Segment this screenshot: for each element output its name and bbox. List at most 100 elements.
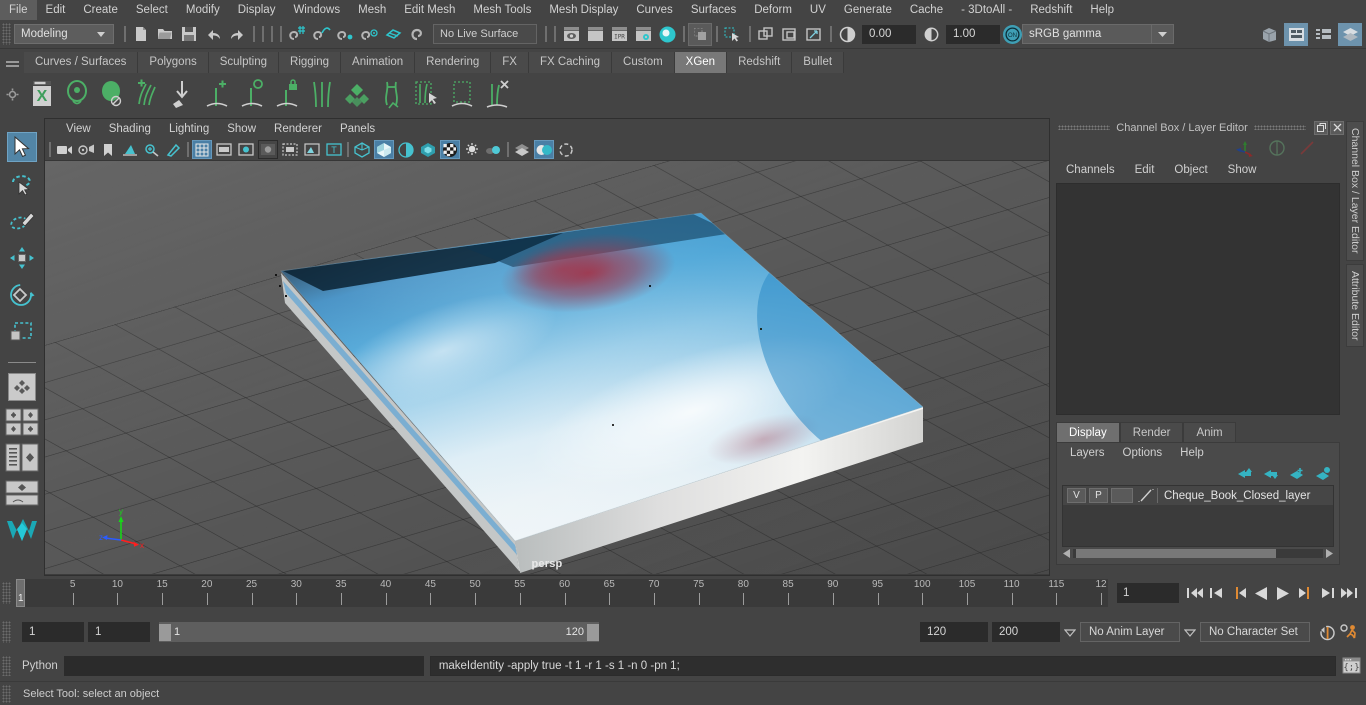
delete-guides-icon[interactable] (479, 75, 514, 113)
exposure-field[interactable]: 0.00 (862, 24, 916, 44)
select-template-icon[interactable] (778, 23, 802, 46)
layer-visibility-toggle[interactable]: V (1067, 488, 1086, 503)
layer-list-scrollbar[interactable] (1062, 547, 1334, 560)
layer-playback-toggle[interactable]: P (1089, 488, 1108, 503)
shaded-wireframe-icon[interactable] (396, 140, 416, 159)
select-tool[interactable] (7, 132, 37, 162)
shelf-tab-fx[interactable]: FX (491, 52, 529, 73)
resolution-gate-icon[interactable] (236, 140, 256, 159)
select-hierarchy-icon[interactable] (754, 23, 778, 46)
film-gate-icon[interactable] (214, 140, 234, 159)
depth-of-field-icon[interactable] (556, 140, 576, 159)
go-to-end-icon[interactable] (1338, 582, 1360, 604)
anim-layer-select[interactable]: No Anim Layer (1080, 622, 1180, 642)
step-forward-keyframe-icon[interactable] (1316, 582, 1338, 604)
add-length-icon[interactable] (199, 75, 234, 113)
menu-windows[interactable]: Windows (284, 0, 349, 20)
field-chart-icon[interactable] (280, 140, 300, 159)
wireframe-icon[interactable] (352, 140, 372, 159)
image-plane-icon[interactable] (120, 140, 140, 159)
chevron-down-icon[interactable] (1152, 24, 1174, 44)
chevron-down-icon[interactable] (1060, 622, 1080, 642)
save-scene-icon[interactable] (177, 23, 201, 46)
camera-attributes-icon[interactable] (76, 140, 96, 159)
channel-box-menu-object[interactable]: Object (1164, 164, 1217, 176)
menu-display[interactable]: Display (229, 0, 285, 20)
new-layer-icon[interactable] (1289, 467, 1305, 480)
add-guides-icon[interactable] (129, 75, 164, 113)
grease-pencil-icon[interactable] (164, 140, 184, 159)
live-surface-field[interactable]: No Live Surface (433, 24, 537, 44)
layer-list[interactable]: V P Cheque_Book_Closed_layer (1062, 485, 1334, 547)
menu-uv[interactable]: UV (801, 0, 835, 20)
channel-box-menu-edit[interactable]: Edit (1125, 164, 1165, 176)
snap-to-projected-center-icon[interactable] (357, 23, 381, 46)
create-description-icon[interactable] (59, 75, 94, 113)
axis-gizmo-icon[interactable] (1234, 139, 1256, 157)
animation-start-time-field[interactable]: 1 (22, 622, 84, 642)
undo-icon[interactable] (201, 23, 225, 46)
play-backwards-icon[interactable] (1250, 582, 1272, 604)
panel-drag-handle[interactable] (1058, 125, 1111, 130)
color-management-toggle-icon[interactable]: ON (1003, 24, 1022, 44)
shelf-tab-sculpting[interactable]: Sculpting (208, 52, 280, 73)
grid-toggle-icon[interactable] (192, 140, 212, 159)
render-settings-icon[interactable] (631, 23, 655, 46)
new-layer-from-selected-icon[interactable] (1315, 466, 1331, 480)
density-icon[interactable] (234, 75, 269, 113)
textured-icon[interactable] (440, 140, 460, 159)
side-tab-attribute-editor[interactable]: Attribute Editor (1346, 263, 1364, 347)
shadows-icon[interactable] (462, 140, 482, 159)
viewport-3d-canvas[interactable]: y x z persp (45, 161, 1049, 574)
safe-title-icon[interactable]: T (324, 140, 344, 159)
undock-icon[interactable] (1314, 120, 1328, 135)
clump-modifier-icon[interactable] (339, 75, 374, 113)
menu-curves[interactable]: Curves (627, 0, 681, 20)
move-layer-up-icon[interactable] (1237, 467, 1253, 480)
tool-settings-icon[interactable] (1311, 23, 1335, 46)
screen-space-ao-icon[interactable] (484, 140, 504, 159)
shelf-menu-icon[interactable] (0, 50, 24, 73)
attribute-editor-icon[interactable] (1284, 22, 1308, 46)
step-back-keyframe-icon[interactable] (1206, 582, 1228, 604)
shelf-tab-custom[interactable]: Custom (612, 52, 675, 73)
viewport-menu-shading[interactable]: Shading (100, 119, 160, 139)
playback-start-time-field[interactable]: 1 (88, 622, 150, 642)
four-view-layout[interactable] (5, 408, 39, 436)
shelf-tab-fx-caching[interactable]: FX Caching (528, 52, 613, 73)
scrollbar-thumb[interactable] (1076, 549, 1276, 558)
panel-drag-handle[interactable] (1253, 125, 1306, 130)
color-space-select[interactable]: sRGB gamma (1022, 24, 1152, 44)
menu-help[interactable]: Help (1081, 0, 1123, 20)
animation-preferences-icon[interactable] (1338, 621, 1360, 643)
close-icon[interactable] (1330, 120, 1344, 135)
chevron-down-icon[interactable] (1180, 622, 1200, 642)
safe-action-icon[interactable] (302, 140, 322, 159)
lock-guides-icon[interactable] (269, 75, 304, 113)
play-forwards-icon[interactable] (1272, 582, 1294, 604)
ipr-render-icon[interactable]: IPR (607, 23, 631, 46)
smooth-shade-all-icon[interactable] (374, 140, 394, 159)
range-start-handle[interactable] (159, 623, 171, 641)
gamma-field[interactable]: 1.00 (946, 24, 1000, 44)
scroll-right-icon[interactable] (1323, 548, 1334, 559)
move-tool[interactable] (7, 243, 37, 273)
scroll-left-icon[interactable] (1062, 548, 1073, 559)
circle-gizmo-icon[interactable] (1268, 139, 1286, 157)
xgen-editor-icon[interactable]: X (24, 75, 59, 113)
menu-3dtoall[interactable]: - 3DtoAll - (952, 0, 1021, 20)
layer-tab-display[interactable]: Display (1056, 422, 1120, 442)
channel-box-menu-channels[interactable]: Channels (1056, 164, 1125, 176)
multisample-aa-icon[interactable] (534, 140, 554, 159)
character-set-select[interactable]: No Character Set (1200, 622, 1310, 642)
open-scene-icon[interactable] (153, 23, 177, 46)
menu-modify[interactable]: Modify (177, 0, 229, 20)
menu-edit-mesh[interactable]: Edit Mesh (395, 0, 464, 20)
component-mask-icon[interactable] (688, 22, 712, 46)
shelf-tab-bullet[interactable]: Bullet (792, 52, 845, 73)
command-input[interactable] (63, 655, 424, 676)
outliner-persp-layout[interactable] (5, 443, 39, 473)
layer-display-type-toggle[interactable] (1111, 488, 1133, 503)
new-scene-icon[interactable] (129, 23, 153, 46)
render-sequence-icon[interactable] (583, 23, 607, 46)
